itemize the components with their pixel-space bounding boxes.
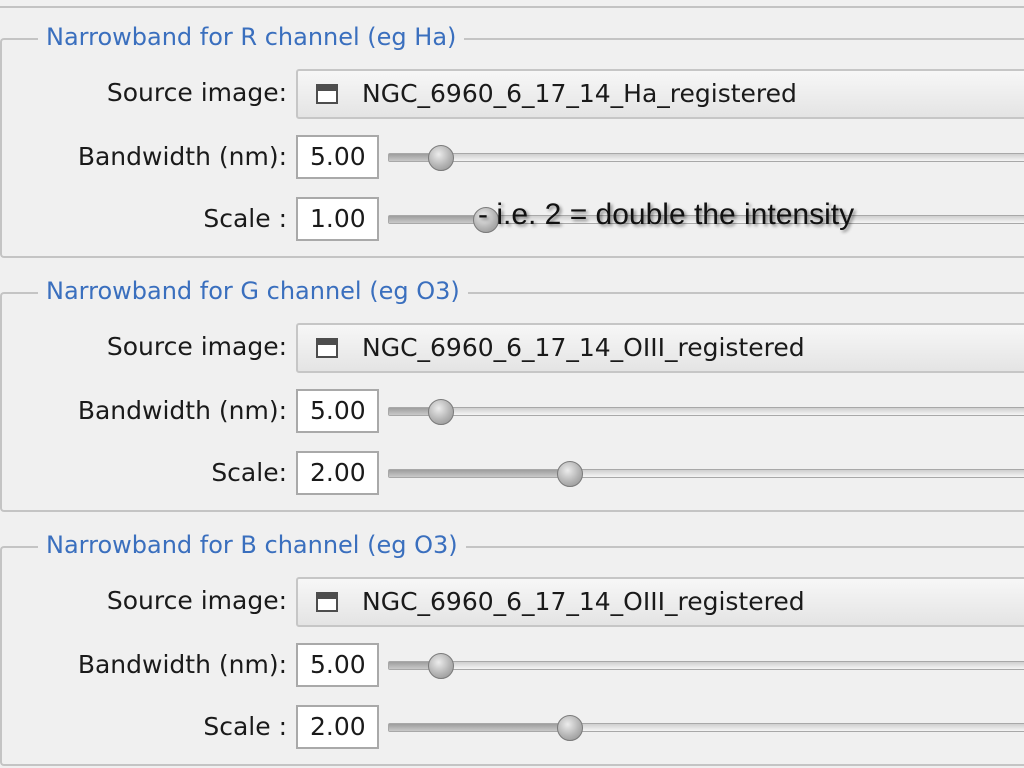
group-b-channel: Narrowband for B channel (eg O3) Source …: [0, 528, 1024, 766]
bandwidth-input[interactable]: 5.00: [296, 389, 379, 433]
bandwidth-label: Bandwidth (nm):: [77, 650, 287, 679]
annotation-text: - i.e. 2 = double the intensity: [478, 198, 855, 231]
bandwidth-slider-knob[interactable]: [427, 399, 454, 425]
bandwidth-label: Bandwidth (nm):: [77, 396, 287, 425]
bandwidth-slider-knob[interactable]: [427, 653, 454, 679]
group-title: Narrowband for R channel (eg Ha): [38, 20, 465, 54]
bandwidth-slider[interactable]: [388, 145, 1024, 171]
scale-slider-fill: [389, 216, 487, 223]
scale-slider-fill: [389, 470, 571, 477]
source-image-label: Source image:: [106, 332, 287, 361]
image-icon: [316, 338, 338, 358]
source-image-label: Source image:: [106, 78, 287, 107]
scale-label: Scale:: [211, 458, 287, 487]
scale-slider-fill: [389, 724, 571, 731]
bandwidth-slider-knob[interactable]: [427, 145, 454, 171]
scale-slider[interactable]: [388, 715, 1024, 741]
bandwidth-input[interactable]: 5.00: [296, 643, 379, 687]
image-icon: [316, 592, 338, 612]
bandwidth-slider[interactable]: [388, 653, 1024, 679]
scale-input[interactable]: 2.00: [296, 705, 379, 749]
source-image-combo[interactable]: NGC_6960_6_17_14_OIII_registered: [296, 323, 1024, 373]
source-image-combo[interactable]: NGC_6960_6_17_14_Ha_registered: [296, 69, 1024, 119]
scale-label: Scale :: [203, 204, 287, 233]
image-icon: [316, 84, 338, 104]
group-title: Narrowband for B channel (eg O3): [38, 528, 466, 562]
scale-input[interactable]: 1.00: [296, 197, 379, 241]
group-title: Narrowband for G channel (eg O3): [38, 274, 468, 308]
group-g-channel: Narrowband for G channel (eg O3) Source …: [0, 274, 1024, 512]
source-image-value: NGC_6960_6_17_14_Ha_registered: [362, 79, 797, 108]
previous-group-border: [0, 0, 1024, 8]
source-image-combo[interactable]: NGC_6960_6_17_14_OIII_registered: [296, 577, 1024, 627]
bandwidth-slider[interactable]: [388, 399, 1024, 425]
source-image-value: NGC_6960_6_17_14_OIII_registered: [362, 587, 805, 616]
bandwidth-input[interactable]: 5.00: [296, 135, 379, 179]
scale-label: Scale :: [203, 712, 287, 741]
source-image-label: Source image:: [106, 586, 287, 615]
scale-input[interactable]: 2.00: [296, 451, 379, 495]
source-image-value: NGC_6960_6_17_14_OIII_registered: [362, 333, 805, 362]
scale-slider[interactable]: [388, 461, 1024, 487]
bandwidth-label: Bandwidth (nm):: [77, 142, 287, 171]
